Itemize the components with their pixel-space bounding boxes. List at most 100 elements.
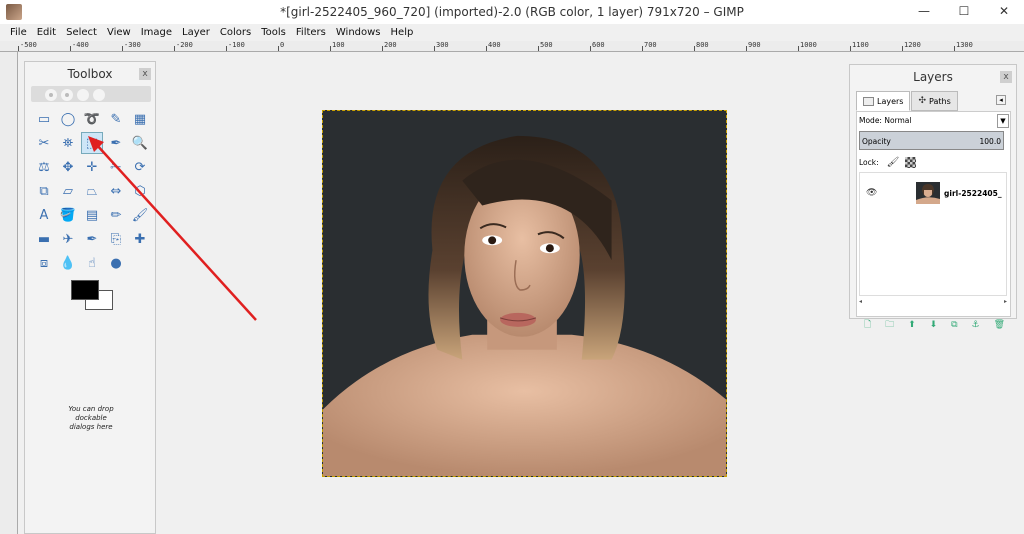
minimize-button[interactable]: — <box>904 0 944 22</box>
ruler-tick-label: 200 <box>384 41 397 49</box>
mode-row[interactable]: Mode: Normal ▼ <box>859 114 1009 130</box>
ellipse-select-icon[interactable]: ◯ <box>57 108 79 130</box>
window-title: *[girl-2522405_960_720] (imported)-2.0 (… <box>280 5 744 19</box>
ruler-tick-mark <box>122 46 123 51</box>
toolbox-close-button[interactable]: x <box>139 68 151 80</box>
menu-help[interactable]: Help <box>391 27 414 38</box>
layer-action-buttons: 🗋 🗀 ⬆ ⬇ ⧉ ⚓ 🗑 <box>857 318 1012 332</box>
airbrush-icon[interactable]: ✈ <box>57 228 79 250</box>
wilber-icon <box>45 89 105 101</box>
color-select-icon[interactable]: ▦ <box>129 108 151 130</box>
ruler-tick-label: -100 <box>228 41 245 49</box>
ruler-tick-label: 0 <box>280 41 285 49</box>
lock-row: Lock: 🖌 <box>859 157 917 168</box>
ruler-tick-mark <box>694 46 695 51</box>
tab-layers-label: Layers <box>877 96 904 106</box>
eraser-icon[interactable]: ▬ <box>33 228 55 250</box>
tab-paths[interactable]: ✣ Paths <box>911 91 958 111</box>
window-controls: — ☐ ✕ <box>904 0 1024 22</box>
layers-content: Mode: Normal ▼ Opacity 100.0 Lock: 🖌 👁 g… <box>856 111 1011 330</box>
ruler-tick-label: 1200 <box>904 41 921 49</box>
ruler-tick-label: 600 <box>592 41 605 49</box>
ruler-tick-label: 900 <box>748 41 761 49</box>
ruler-tick-mark <box>434 46 435 51</box>
eye-icon[interactable]: 👁 <box>866 188 884 198</box>
scale-icon[interactable]: ⧉ <box>33 180 55 202</box>
image-canvas[interactable] <box>322 110 727 477</box>
scissors-select-icon[interactable]: ✂ <box>33 132 55 154</box>
menu-filters[interactable]: Filters <box>296 27 326 38</box>
ruler-tick-label: -200 <box>176 41 193 49</box>
ruler-tick-label: 800 <box>696 41 709 49</box>
ruler-tick-mark <box>70 46 71 51</box>
vertical-ruler[interactable] <box>0 52 18 534</box>
scroll-left-icon[interactable]: ◂ <box>859 298 862 306</box>
delete-layer-icon[interactable]: 🗑 <box>994 320 1005 330</box>
menu-layer[interactable]: Layer <box>182 27 210 38</box>
opacity-slider[interactable]: Opacity 100.0 <box>859 131 1004 150</box>
ruler-tick-mark <box>278 46 279 51</box>
anchor-layer-icon[interactable]: ⚓ <box>972 320 980 330</box>
move-icon[interactable]: ✥ <box>57 156 79 178</box>
menu-image[interactable]: Image <box>141 27 172 38</box>
ruler-tick-mark <box>382 46 383 51</box>
dock-drop-hint: You can drop dockable dialogs here <box>68 405 114 431</box>
tab-layers[interactable]: Layers <box>856 91 911 111</box>
menu-bar: File Edit Select View Image Layer Colors… <box>0 24 1024 41</box>
close-button[interactable]: ✕ <box>984 0 1024 22</box>
horizontal-ruler[interactable]: -500 -400 -300 -200 -100 0 100 200 300 400 500 600 7… <box>0 41 1024 52</box>
ruler-tick-mark <box>18 46 19 51</box>
duplicate-layer-icon[interactable]: ⧉ <box>951 320 957 330</box>
ruler-tick-mark <box>538 46 539 51</box>
lock-alpha-icon[interactable] <box>905 157 917 168</box>
foreground-select-icon[interactable]: ⛯ <box>57 132 79 154</box>
menu-file[interactable]: File <box>10 27 27 38</box>
blur-icon[interactable]: 💧 <box>57 252 79 274</box>
tab-menu-icon[interactable]: ◂ <box>996 95 1006 105</box>
ruler-tick-mark <box>226 46 227 51</box>
menu-view[interactable]: View <box>107 27 131 38</box>
menu-colors[interactable]: Colors <box>220 27 251 38</box>
perspective-clone-icon[interactable]: ⧈ <box>33 252 55 274</box>
fuzzy-select-icon[interactable]: ✎ <box>105 108 127 130</box>
mode-label: Mode: Normal <box>859 116 912 125</box>
chevron-down-icon[interactable]: ▼ <box>997 114 1009 128</box>
opacity-label: Opacity <box>862 137 891 146</box>
new-layer-group-icon[interactable]: 🗀 <box>885 317 894 333</box>
menu-tools[interactable]: Tools <box>261 27 286 38</box>
ruler-tick-label: 100 <box>332 41 345 49</box>
ruler-tick-mark <box>590 46 591 51</box>
rect-select-icon[interactable]: ▭ <box>33 108 55 130</box>
paths-tab-icon: ✣ <box>918 96 927 106</box>
ruler-tick-mark <box>902 46 903 51</box>
ruler-tick-mark <box>486 46 487 51</box>
layer-list-scrollbar[interactable]: ◂ ▸ <box>859 298 1007 306</box>
lower-layer-icon[interactable]: ⬇ <box>930 320 938 330</box>
menu-windows[interactable]: Windows <box>336 27 381 38</box>
maximize-button[interactable]: ☐ <box>944 0 984 22</box>
opacity-value: 100.0 <box>979 137 1001 146</box>
bucket-fill-icon[interactable]: 🪣 <box>57 204 79 226</box>
ruler-tick-mark <box>746 46 747 51</box>
lock-pixels-icon[interactable]: 🖌 <box>887 157 900 168</box>
tab-paths-label: Paths <box>929 96 951 106</box>
layer-row[interactable]: 👁 girl-2522405_960 <box>860 181 1006 205</box>
raise-layer-icon[interactable]: ⬆ <box>908 320 916 330</box>
menu-edit[interactable]: Edit <box>37 27 56 38</box>
layers-close-button[interactable]: x <box>1000 71 1012 83</box>
free-select-icon[interactable]: ➰ <box>81 108 103 130</box>
measure-icon[interactable]: ⚖ <box>33 156 55 178</box>
ruler-tick-label: 1300 <box>956 41 973 49</box>
ruler-tick-mark <box>954 46 955 51</box>
scroll-right-icon[interactable]: ▸ <box>1004 298 1007 306</box>
ruler-tick-mark <box>330 46 331 51</box>
menu-select[interactable]: Select <box>66 27 97 38</box>
new-layer-icon[interactable]: 🗋 <box>864 317 871 333</box>
ruler-tick-label: 400 <box>488 41 501 49</box>
text-icon[interactable]: A <box>33 204 55 226</box>
ruler-tick-label: -300 <box>124 41 141 49</box>
layer-list: 👁 girl-2522405_960 <box>859 172 1007 296</box>
ruler-tick-mark <box>798 46 799 51</box>
shear-icon[interactable]: ▱ <box>57 180 79 202</box>
layers-title: Layers <box>913 70 953 84</box>
